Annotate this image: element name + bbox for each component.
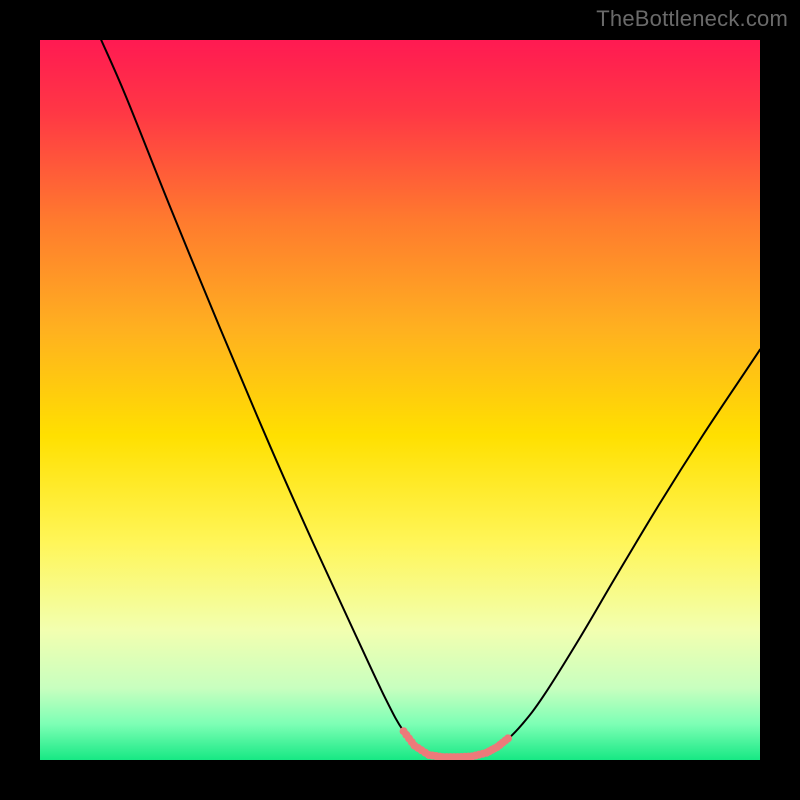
highlight-dot <box>504 734 512 742</box>
chart-svg <box>40 40 760 760</box>
attribution-label: TheBottleneck.com <box>596 6 788 32</box>
plot-area <box>40 40 760 760</box>
gradient-background <box>40 40 760 760</box>
chart-frame: TheBottleneck.com <box>0 0 800 800</box>
